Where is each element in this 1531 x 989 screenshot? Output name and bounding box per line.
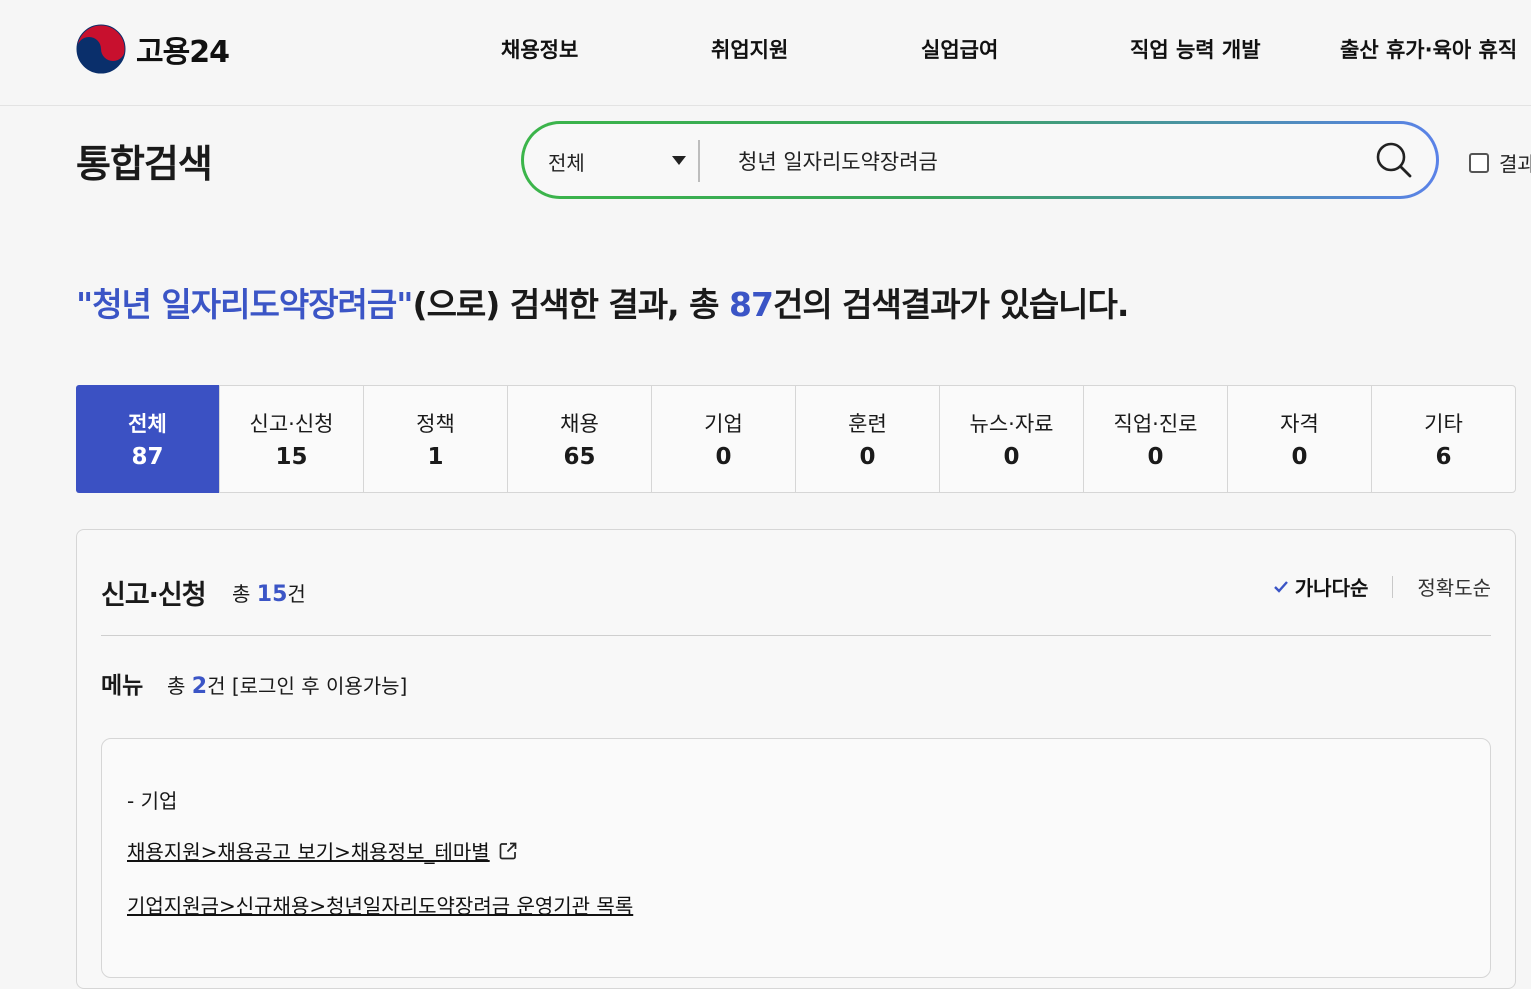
tab-count: 0 (1147, 444, 1164, 470)
category-tabs: 전체 87 신고·신청 15 정책 1 채용 65 기업 0 훈련 0 뉴스·자… (76, 385, 1516, 493)
sort-accuracy[interactable]: 정확도순 (1417, 572, 1491, 601)
search-within-label: 결과 (1499, 152, 1531, 176)
menu-link-theme-recruit[interactable]: 채용지원>채용공고 보기>채용정보_테마별 (127, 836, 518, 865)
tab-career[interactable]: 직업·진로 0 (1083, 386, 1227, 492)
caret-down-icon (672, 156, 686, 165)
menu-subtitle: 메뉴 (101, 673, 144, 699)
taegeuk-logo-icon (76, 24, 126, 74)
page-title: 통합검색 (76, 142, 213, 186)
section-divider (101, 635, 1491, 636)
menu-count-prefix: 총 (167, 674, 192, 698)
summary-total: 87 (729, 285, 774, 324)
menu-link-label: 채용지원>채용공고 보기>채용정보_테마별 (127, 840, 490, 864)
section-count-prefix: 총 (232, 582, 257, 606)
section-count-value: 15 (256, 582, 288, 607)
tab-count: 0 (715, 444, 732, 470)
tab-license[interactable]: 자격 0 (1227, 386, 1371, 492)
menu-result-card: - 기업 채용지원>채용공고 보기>채용정보_테마별 기업지원금>신규채용>청년… (101, 738, 1491, 978)
tab-all[interactable]: 전체 87 (76, 385, 219, 493)
nav-recruit-info[interactable]: 채용정보 (501, 34, 578, 64)
tab-count: 1 (427, 444, 444, 470)
logo[interactable]: 고용24 (76, 24, 230, 74)
check-icon (1273, 580, 1288, 593)
menu-link-operating-agencies[interactable]: 기업지원금>신규채용>청년일자리도약장려금 운영기관 목록 (127, 890, 633, 919)
sort-options: 가나다순 정확도순 (1273, 572, 1491, 601)
search-within-results-checkbox[interactable]: 결과 (1469, 148, 1531, 177)
menu-count-value: 2 (191, 674, 208, 699)
nav-unemployment-benefit[interactable]: 실업급여 (921, 34, 998, 64)
menu-count-suffix: 건 [로그인 후 이용가능] (207, 674, 408, 698)
tab-label: 기업 (704, 412, 743, 436)
tab-count: 0 (1003, 444, 1020, 470)
nav-skill-development[interactable]: 직업 능력 개발 (1130, 34, 1261, 64)
tab-label: 직업·진로 (1113, 412, 1198, 436)
tab-label: 채용 (560, 412, 599, 436)
tab-count: 0 (1291, 444, 1308, 470)
section-count: 총 15건 (232, 578, 306, 607)
tab-count: 87 (131, 444, 164, 470)
search-scope-value: 전체 (548, 150, 585, 175)
checkbox-icon (1469, 152, 1489, 173)
summary-tail: 건의 검색결과가 있습니다. (772, 285, 1129, 324)
tab-label: 신고·신청 (249, 412, 334, 436)
tab-count: 65 (563, 444, 596, 470)
tab-label: 훈련 (848, 412, 887, 436)
nav-parental-leave[interactable]: 출산 휴가·육아 휴직 (1340, 34, 1517, 64)
sort-divider (1392, 575, 1394, 598)
tab-label: 자격 (1280, 412, 1319, 436)
tab-count: 0 (859, 444, 876, 470)
tab-label: 기타 (1424, 412, 1463, 436)
tab-company[interactable]: 기업 0 (651, 386, 795, 492)
tab-label: 뉴스·자료 (969, 412, 1054, 436)
results-panel: 신고·신청 총 15건 가나다순 정확도순 메뉴 총 2건 [로그인 후 이용가… (76, 529, 1516, 989)
site-header: 고용24 채용정보 취업지원 실업급여 직업 능력 개발 출산 휴가·육아 휴직 (0, 0, 1531, 106)
tab-label: 정책 (416, 412, 455, 436)
tab-recruit[interactable]: 채용 65 (507, 386, 651, 492)
search-button[interactable] (1374, 140, 1414, 180)
nav-employment-support[interactable]: 취업지원 (711, 34, 788, 64)
tab-training[interactable]: 훈련 0 (795, 386, 939, 492)
sort-alphabetical[interactable]: 가나다순 (1273, 572, 1369, 601)
tab-label: 전체 (128, 412, 167, 436)
menu-count: 총 2건 [로그인 후 이용가능] (167, 670, 407, 699)
tab-report-apply[interactable]: 신고·신청 15 (219, 386, 363, 492)
section-title: 신고·신청 (101, 580, 207, 611)
search-icon (1376, 142, 1412, 178)
search-divider (698, 140, 700, 182)
tab-news[interactable]: 뉴스·자료 0 (939, 386, 1083, 492)
tab-policy[interactable]: 정책 1 (363, 386, 507, 492)
search-input[interactable] (738, 144, 1358, 178)
logo-text: 고용24 (136, 35, 230, 70)
summary-query: "청년 일자리도약장려금" (76, 285, 413, 324)
menu-category: - 기업 (127, 789, 178, 813)
section-count-suffix: 건 (287, 582, 306, 606)
menu-link-label: 기업지원금>신규채용>청년일자리도약장려금 운영기관 목록 (127, 894, 634, 918)
external-link-icon (499, 842, 517, 859)
summary-middle: (으로) 검색한 결과, 총 (412, 285, 730, 324)
result-summary: "청년 일자리도약장려금"(으로) 검색한 결과, 총 87건의 검색결과가 있… (76, 278, 1129, 326)
sort-alphabetical-label: 가나다순 (1294, 576, 1369, 600)
tab-count: 15 (275, 444, 308, 470)
tab-count: 6 (1435, 444, 1452, 470)
search-bar: 전체 (521, 121, 1439, 199)
search-scope-select[interactable]: 전체 (548, 144, 698, 178)
tab-etc[interactable]: 기타 6 (1371, 386, 1515, 492)
